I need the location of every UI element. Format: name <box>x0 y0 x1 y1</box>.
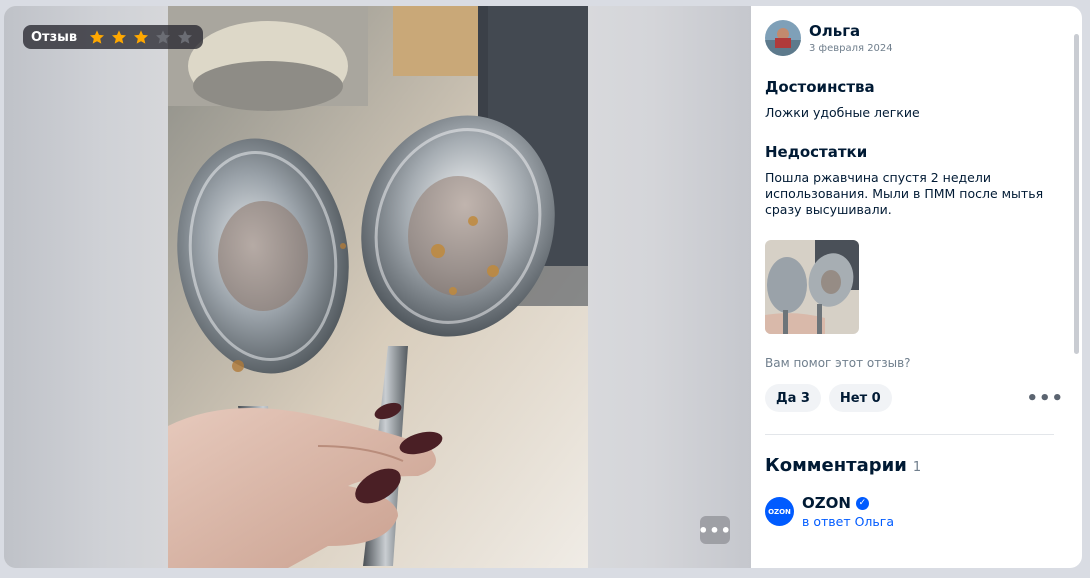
pros-text: Ложки удобные легкие <box>765 105 920 120</box>
vote-no-button[interactable]: Нет 0 <box>828 384 892 412</box>
comments-title: Комментарии <box>765 455 907 476</box>
review-modal: Отзыв ••• Ольга 3 февраля 2024 Достоинст… <box>4 6 1082 568</box>
comment-author[interactable]: OZON ✓ <box>802 494 894 512</box>
avatar[interactable] <box>765 20 801 56</box>
comment-reply-link[interactable]: в ответ Ольга <box>802 514 894 529</box>
comments-count: 1 <box>912 460 922 475</box>
media-viewer: Отзыв ••• <box>4 6 751 568</box>
review-badge: Отзыв <box>23 25 204 49</box>
divider <box>765 434 1054 435</box>
pros-title: Достоинства <box>765 78 875 96</box>
comment-item: OZON OZON ✓ в ответ Ольга <box>765 494 1068 529</box>
vote-row: Да 3 Нет 0 ••• <box>765 384 1068 412</box>
comments-header: Комментарии 1 <box>765 455 1068 476</box>
photo-blur-left <box>4 6 168 568</box>
vote-yes-button[interactable]: Да 3 <box>765 384 821 412</box>
review-photo <box>168 6 588 568</box>
review-author: Ольга 3 февраля 2024 <box>765 20 1068 56</box>
review-sidebar: Ольга 3 февраля 2024 Достоинства Ложки у… <box>751 6 1082 568</box>
star-filled-icon <box>134 30 149 44</box>
verified-check-icon: ✓ <box>855 496 869 510</box>
review-date: 3 февраля 2024 <box>809 43 893 54</box>
ozon-logo-icon: OZON <box>765 497 794 526</box>
review-photo-thumbnail[interactable] <box>765 240 859 334</box>
more-dots-icon[interactable]: ••• <box>1026 388 1064 409</box>
comment-author-name: OZON <box>802 494 851 512</box>
cons-title: Недостатки <box>765 143 868 161</box>
star-filled-icon <box>90 30 105 44</box>
photo-blur-right <box>587 6 751 568</box>
cons-text: Пошла ржавчина спустя 2 недели использов… <box>765 170 1044 217</box>
review-badge-label: Отзыв <box>31 29 78 45</box>
author-name: Ольга <box>809 22 861 40</box>
star-filled-icon <box>112 30 127 44</box>
star-empty-icon <box>178 30 193 44</box>
helpful-question: Вам помог этот отзыв? <box>765 356 911 370</box>
more-dots-icon: ••• <box>698 520 732 540</box>
sidebar-scrollbar[interactable] <box>1074 34 1079 354</box>
media-more-button[interactable]: ••• <box>698 516 732 544</box>
star-empty-icon <box>156 30 171 44</box>
